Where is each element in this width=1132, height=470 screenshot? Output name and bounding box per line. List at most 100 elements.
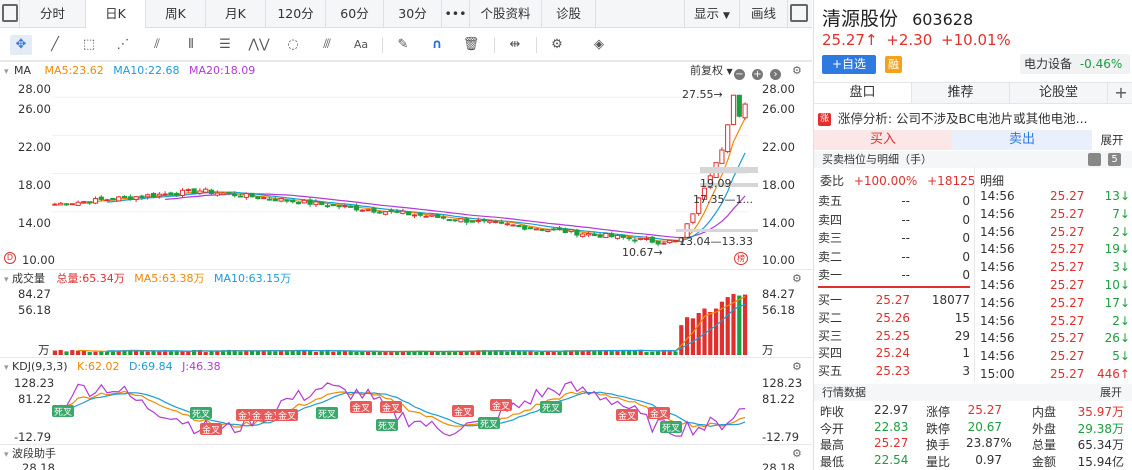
limit-analysis-row[interactable]: 涨 涨停分析: 公司不涉及BC电池片或其他电池... [818,108,1130,126]
fibonacci-tool-icon[interactable]: ☰ [214,35,236,55]
add-watchlist-button[interactable]: +自选 [822,55,876,74]
candle-body [626,237,632,240]
trade-expand-button[interactable]: 展开 [1094,130,1130,150]
tab-weekly-k[interactable]: 周K [146,0,206,28]
svg-text:金叉: 金叉 [492,400,510,412]
tab-30min[interactable]: 30分 [384,0,442,28]
sector-pct: -0.46% [1079,57,1123,71]
candle-body [127,196,133,200]
line-tool-icon[interactable]: ╱ [44,35,66,55]
candle-body [597,234,603,238]
collapse-icon[interactable]: ▾ [4,275,9,285]
panel-gear-icon[interactable]: ⚙ [792,445,802,462]
price-row: 25.27↑ +2.30 +10.01% [822,31,1132,49]
tab-120min[interactable]: 120分 [266,0,326,28]
tab-diagnosis[interactable]: 诊股 [542,0,596,28]
tick-price: 25.27 [1050,367,1085,381]
candle-body [87,201,93,204]
tick-price: 25.27 [1050,278,1085,292]
wave-tool-icon[interactable]: ⋀⋁ [248,35,270,55]
rank-badge-icon[interactable]: 榜 [734,252,748,265]
volume-bar [464,351,469,355]
volume-bar [348,351,353,355]
tab-forum[interactable]: 论股堂 [1010,83,1108,103]
sector-name: 电力设备 [1024,57,1073,71]
tab-fenshi[interactable]: 分时 [20,0,86,28]
volume-chart[interactable] [0,287,812,357]
magnet-icon[interactable]: ∩ [426,35,448,55]
fan-tool-icon[interactable]: ⋰ [112,35,134,55]
golden-cross-tag: 金叉 [490,399,512,412]
cycle-tool-icon[interactable]: ◌ [282,35,304,55]
fuquan-dropdown[interactable]: 前复权 ▼ [690,62,733,80]
tick-row: 14:56 25.27 26↓ [980,329,1130,347]
add-tab-icon[interactable]: + [1112,83,1130,103]
levels-count-badge[interactable]: 5 [1108,153,1121,166]
collapse-icon[interactable]: ▾ [4,67,9,77]
death-cross-tag: 死叉 [540,401,562,414]
level-annotation-2: 17.35—1... [693,193,753,206]
panel-gear-icon[interactable]: ⚙ [792,62,802,79]
eraser-icon[interactable]: ✎ [392,35,414,55]
tick-row: 14:56 25.27 13↓ [980,187,1130,205]
candle-body [725,124,731,153]
layers-icon[interactable]: ◈ [588,35,610,55]
tab-daily-k[interactable]: 日K [86,0,146,28]
candle-body [464,218,470,223]
candle-body [510,224,516,227]
parallel-lines-icon[interactable]: ⦀ [180,35,202,55]
panel-gear-icon[interactable]: ⚙ [792,270,802,287]
candle-body [336,205,342,208]
channel-tool-icon[interactable]: ⫽ [146,35,168,55]
panel-gear-icon[interactable]: ⚙ [792,358,802,375]
volume-bar [93,351,98,355]
candle-body [591,234,597,237]
candle-body [52,203,58,206]
more-periods-button[interactable]: ••• [442,0,470,28]
collapse-icon[interactable]: ▾ [4,363,9,373]
ask-level-price: -- [901,268,910,282]
tick-row: 14:56 25.27 3↓ [980,258,1130,276]
quote-expand-button[interactable]: 展开 [1100,384,1122,401]
display-dropdown[interactable]: 显示 ▼ [684,0,740,28]
tab-pankou[interactable]: 盘口 [814,83,912,103]
ma5-line [78,117,746,243]
tab-company-profile[interactable]: 个股资料 [470,0,542,28]
text-tool-icon[interactable]: Aa [350,35,372,55]
tab-60min[interactable]: 60分 [326,0,384,28]
candle-body [638,237,644,240]
delete-icon[interactable]: 🗑 [460,35,482,55]
tab-monthly-k[interactable]: 月K [206,0,266,28]
sell-button[interactable]: 卖出 [952,130,1092,150]
svg-text:死叉: 死叉 [662,423,680,434]
weibi-row: 委比 +100.00% +18125 [820,172,975,189]
death-cross-tag: 死叉 [376,419,398,432]
layout-toggle-button[interactable] [0,0,20,28]
candle-body [481,219,487,222]
sidebar-toggle-button[interactable] [788,0,812,28]
tick-volume: 2↓ [1112,224,1130,239]
limit-analysis-text: 涨停分析: 公司不涉及BC电池片或其他电池... [837,111,1088,126]
levels-icon[interactable] [1088,153,1101,166]
split-view-icon[interactable]: ⇹ [504,35,526,55]
rectangle-tool-icon[interactable]: ⬚ [78,35,100,55]
event-marker-icon[interactable]: D [4,252,16,264]
sector-chip[interactable]: 电力设备 -0.46% [1020,54,1130,74]
ma-label: MA [14,64,32,77]
buy-button[interactable]: 买入 [814,130,952,150]
quote-sidebar: 清源股份 603628 25.27↑ +2.30 +10.01% +自选 融 电… [813,0,1132,470]
collapse-icon[interactable]: ▾ [4,450,9,460]
bid-level-price: 25.26 [875,310,910,325]
draw-line-button[interactable]: 画线 [740,0,788,28]
quote-value: 0.97 [975,452,1002,467]
tick-time: 14:56 [980,349,1015,364]
stock-change-pct: +10.01% [941,31,1011,49]
tab-recommend[interactable]: 推荐 [912,83,1010,103]
price-axis-left-28: 28.00 [18,82,51,96]
candle-body [168,192,174,196]
crosshair-cursor-icon[interactable]: ✥ [10,35,32,55]
kdj-chart[interactable]: 死叉金叉金叉金叉金叉金叉 死叉金叉死叉金叉 金叉死叉金叉 死叉金叉 金叉死叉死叉 [0,375,812,443]
gann-tool-icon[interactable]: ⫻ [316,35,338,55]
level-annotation-3: 13.04—13.33 [679,235,753,248]
settings-gear-icon[interactable]: ⚙ [546,35,568,55]
